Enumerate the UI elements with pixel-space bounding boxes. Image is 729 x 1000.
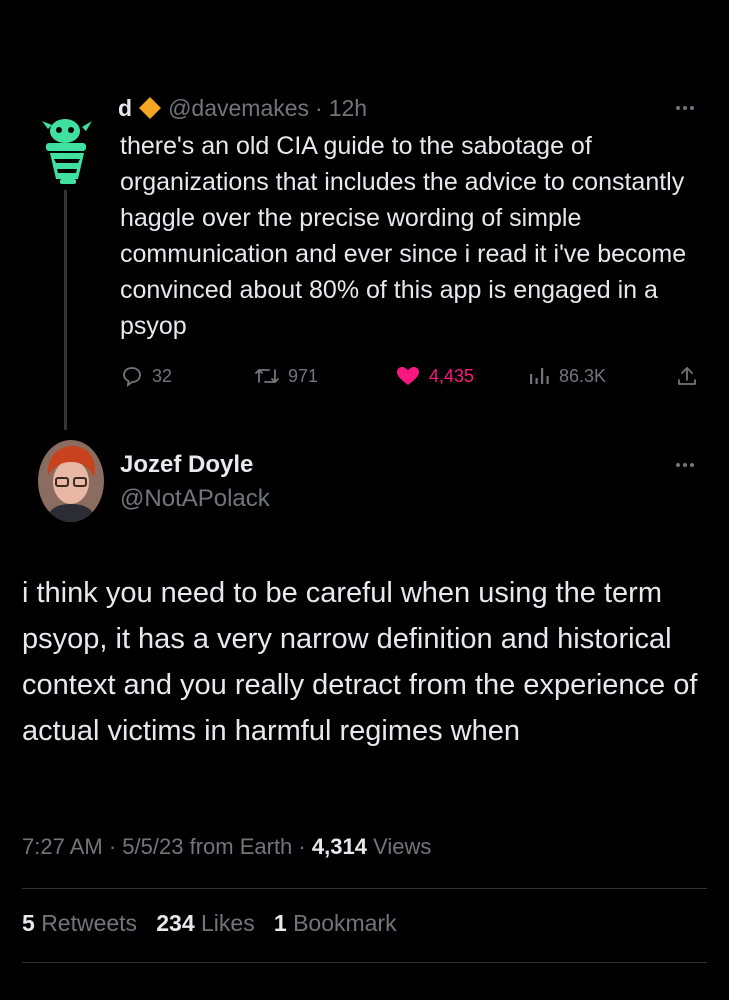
reply-avatar[interactable] <box>38 440 104 522</box>
tweet-time[interactable]: 7:27 AM <box>22 834 103 859</box>
engagement-stats-row: 5 Retweets 234 Likes 1 Bookmark <box>22 910 397 937</box>
tweet-date[interactable]: 5/5/23 <box>122 834 183 859</box>
tweet-views-count: 4,314 <box>311 834 367 859</box>
likes-stat-count: 234 <box>156 910 195 936</box>
views-count: 86.3K <box>559 365 607 386</box>
meta-separator: · <box>108 834 117 859</box>
parent-timestamp[interactable]: 12h <box>329 95 367 122</box>
parent-handle[interactable]: @davemakes <box>168 95 309 122</box>
thread-connector-line <box>64 190 67 430</box>
parent-more-options-icon[interactable] <box>676 103 704 113</box>
reply-display-name[interactable]: Jozef Doyle <box>120 451 253 479</box>
reply-tweet-text: i think you need to be careful when usin… <box>22 577 698 747</box>
retweets-stat-label: Retweets <box>41 910 138 936</box>
retweet-action-button[interactable]: 971 <box>254 361 318 391</box>
reply-bubble-icon <box>123 367 141 387</box>
bookmarks-stat[interactable]: 1 Bookmark <box>274 910 397 936</box>
profile-photo-avatar <box>38 440 104 522</box>
tweet-meta-row: 7:27 AM · 5/5/23 from Earth · 4,314 View… <box>22 834 431 860</box>
share-upload-icon <box>678 367 696 385</box>
retweet-count: 971 <box>288 365 319 386</box>
like-count: 4,435 <box>429 365 475 386</box>
tweet-views-label: Views <box>373 834 432 859</box>
views-action-button[interactable]: 86.3K <box>527 361 606 391</box>
divider <box>22 888 707 889</box>
reply-count: 32 <box>152 365 173 386</box>
heart-filled-icon <box>397 367 419 385</box>
share-action-button[interactable] <box>675 361 699 391</box>
divider <box>22 962 707 963</box>
green-illustration-avatar-icon <box>42 119 92 184</box>
parent-tweet-header: d @davemakes · 12h <box>118 92 367 124</box>
retweets-stat[interactable]: 5 Retweets <box>22 910 137 936</box>
reply-more-options-icon[interactable] <box>676 460 704 470</box>
parent-avatar[interactable] <box>38 115 96 185</box>
tweet-source: from Earth <box>189 834 293 859</box>
header-separator: · <box>315 94 323 121</box>
like-action-button[interactable]: 4,435 <box>395 361 474 391</box>
likes-stat-label: Likes <box>201 910 255 936</box>
bookmarks-stat-count: 1 <box>273 910 287 936</box>
meta-separator: · <box>298 834 306 859</box>
reply-handle[interactable]: @NotAPolack <box>120 485 270 513</box>
bookmarks-stat-label: Bookmark <box>293 910 397 936</box>
retweet-icon <box>255 369 279 383</box>
likes-stat[interactable]: 234 Likes <box>156 910 254 936</box>
parent-display-name[interactable]: d <box>118 95 132 122</box>
parent-tweet-text: there's an old CIA guide to the sabotage… <box>120 132 687 340</box>
views-bar-chart-icon <box>530 368 549 384</box>
reply-action-button[interactable]: 32 <box>120 361 172 391</box>
retweets-stat-count: 5 <box>22 910 35 936</box>
orange-diamond-icon <box>139 97 162 119</box>
